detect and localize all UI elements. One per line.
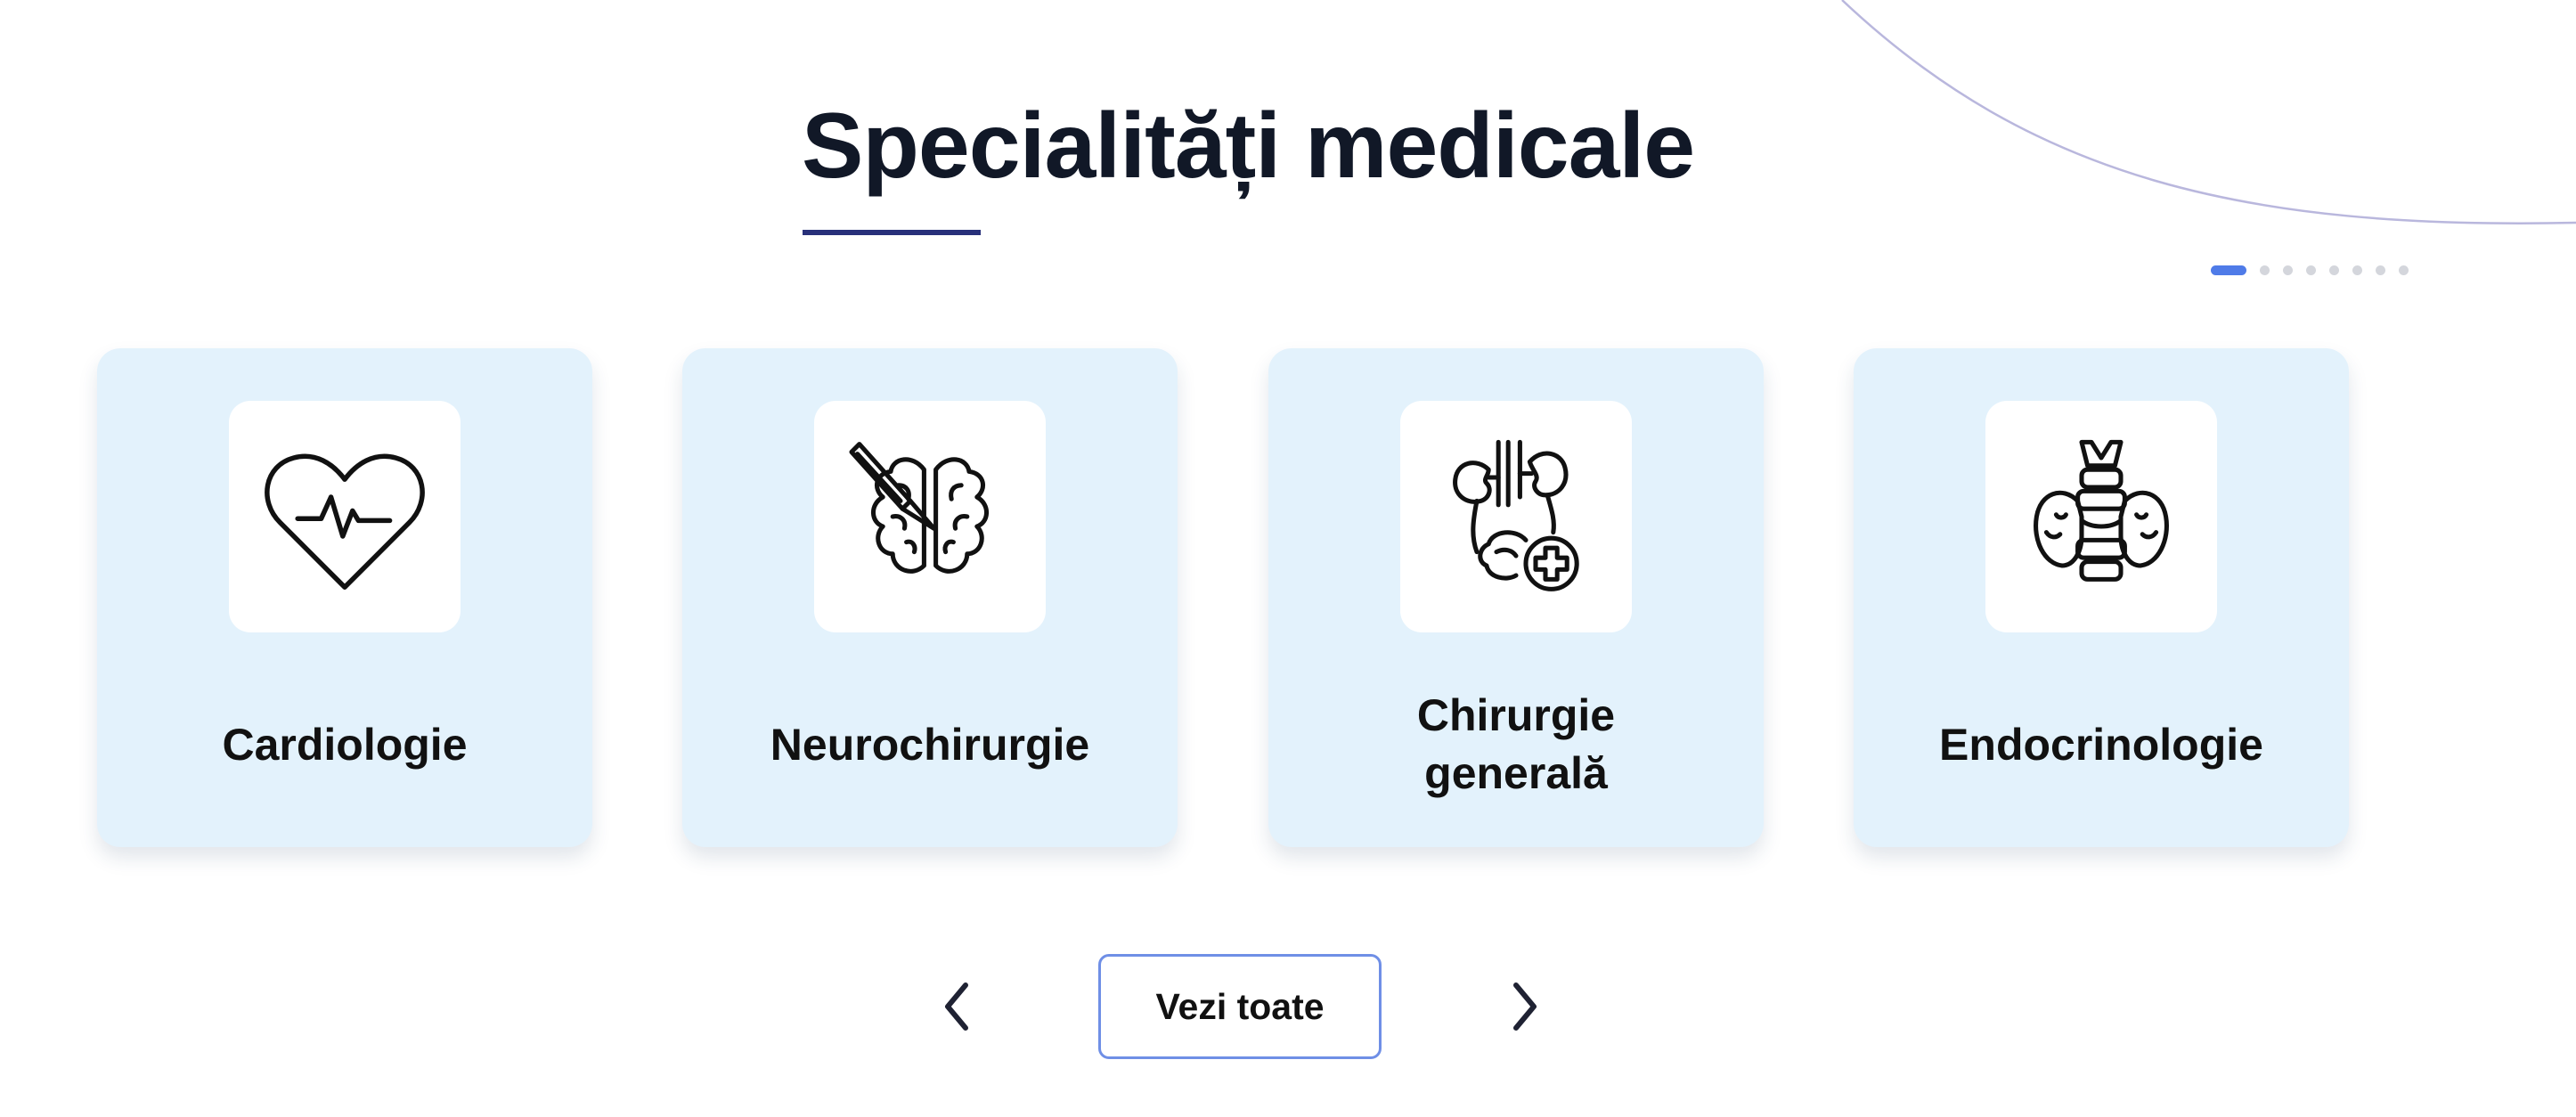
- carousel-pagination: [2211, 265, 2409, 275]
- view-all-button[interactable]: Vezi toate: [1098, 954, 1382, 1059]
- brain-scalpel-icon: [849, 442, 990, 574]
- carousel-prev-button[interactable]: [925, 975, 988, 1038]
- pagination-dot-1[interactable]: [2211, 265, 2246, 275]
- pagination-dot-5[interactable]: [2329, 265, 2339, 275]
- chevron-left-icon: [945, 982, 968, 1031]
- thyroid-icon: [2034, 439, 2169, 582]
- specialty-card-chirurgie-generala[interactable]: Chirurgie generală: [1268, 348, 1764, 847]
- specialty-card-endocrinologie[interactable]: Endocrinologie: [1854, 348, 2349, 847]
- chevron-right-icon: [1513, 982, 1537, 1031]
- pagination-dot-3[interactable]: [2283, 265, 2293, 275]
- pagination-dot-7[interactable]: [2376, 265, 2385, 275]
- heart-pulse-icon: [265, 453, 425, 590]
- title-underline: [803, 230, 981, 235]
- pagination-dot-6[interactable]: [2352, 265, 2362, 275]
- specialties-section: Specialități medicale Cardiologie Neuroc…: [0, 0, 2576, 1117]
- icon-container: [1985, 401, 2217, 632]
- pagination-dot-8[interactable]: [2399, 265, 2409, 275]
- card-label: Neurochirurgie: [770, 719, 1090, 770]
- icon-container: [229, 401, 461, 632]
- card-label: Cardiologie: [222, 719, 468, 770]
- card-label: Chirurgie generală: [1416, 690, 1616, 798]
- specialty-card-neurochirurgie[interactable]: Neurochirurgie: [682, 348, 1178, 847]
- section-title: Specialități medicale: [802, 94, 1695, 198]
- card-label: Endocrinologie: [1939, 719, 2263, 770]
- icon-container: [814, 401, 1046, 632]
- icon-container: [1400, 401, 1632, 632]
- carousel-next-button[interactable]: [1494, 975, 1556, 1038]
- pagination-dot-4[interactable]: [2306, 265, 2316, 275]
- organs-plus-icon: [1453, 439, 1579, 591]
- specialty-card-cardiologie[interactable]: Cardiologie: [97, 348, 592, 847]
- pagination-dot-2[interactable]: [2260, 265, 2270, 275]
